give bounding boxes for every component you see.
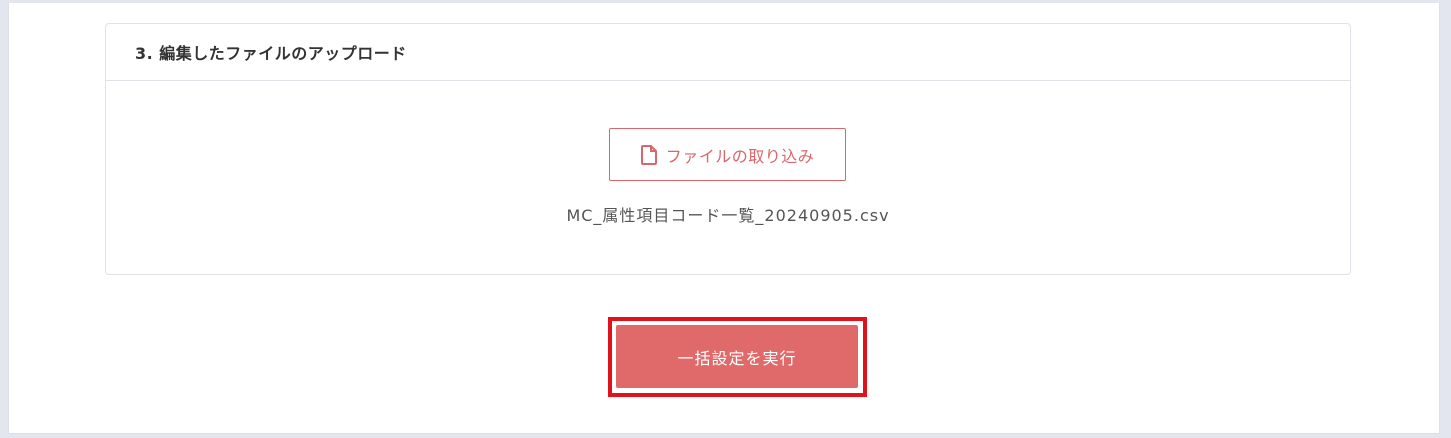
bulk-execute-button[interactable]: 一括設定を実行 bbox=[616, 325, 858, 388]
section-header: 3. 編集したファイルのアップロード bbox=[106, 24, 1350, 81]
file-import-button[interactable]: ファイルの取り込み bbox=[609, 128, 846, 181]
file-icon bbox=[640, 144, 657, 165]
bulk-execute-label: 一括設定を実行 bbox=[677, 348, 797, 368]
upload-section: 3. 編集したファイルのアップロード ファイルの取り込み MC_属性項目コード一… bbox=[105, 23, 1351, 275]
selected-file-name: MC_属性項目コード一覧_20240905.csv bbox=[566, 206, 890, 225]
section-body: ファイルの取り込み MC_属性項目コード一覧_20240905.csv bbox=[106, 81, 1350, 274]
section-title: 3. 編集したファイルのアップロード bbox=[135, 44, 407, 63]
file-import-label: ファイルの取り込み bbox=[665, 146, 815, 166]
page-card: 3. 編集したファイルのアップロード ファイルの取り込み MC_属性項目コード一… bbox=[8, 3, 1440, 434]
